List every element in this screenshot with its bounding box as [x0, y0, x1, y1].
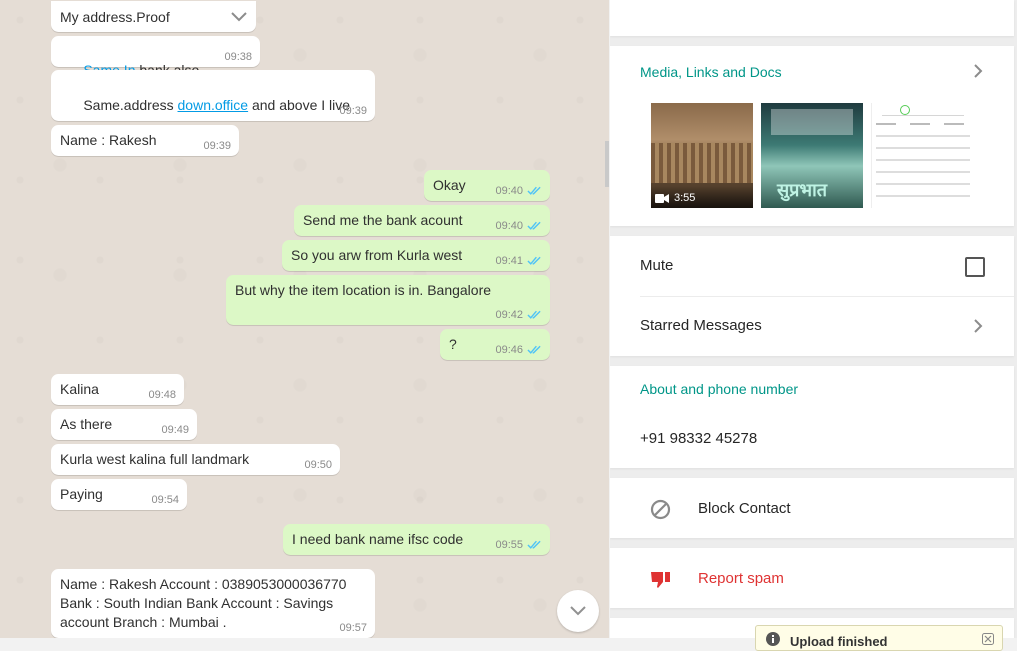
media-thumb-document[interactable]	[871, 103, 974, 208]
media-card: Media, Links and Docs 3:55 सुप्रभात	[610, 46, 1014, 226]
contact-info-pane: Media, Links and Docs 3:55 सुप्रभात Mute…	[610, 0, 1017, 638]
message-time: 09:39	[339, 105, 367, 117]
info-icon	[766, 632, 780, 646]
message-time: 09:55	[495, 539, 523, 551]
message-incoming[interactable]: Paying 09:54	[51, 479, 187, 510]
message-outgoing[interactable]: But why the item location is in. Bangalo…	[226, 275, 550, 325]
chat-pane: My address.Proof Same.In bank also 09:38…	[0, 0, 609, 638]
toast-text: Upload finished	[790, 634, 888, 649]
message-text: Kurla west kalina full landmark	[60, 451, 250, 467]
message-outgoing[interactable]: Okay 09:40	[424, 170, 550, 201]
block-contact-row[interactable]: Block Contact	[610, 478, 1014, 538]
double-check-icon	[527, 540, 541, 549]
phone-number[interactable]: +91 98332 45278	[640, 430, 757, 447]
message-time: 09:46	[495, 344, 523, 356]
settings-card: Mute Starred Messages	[610, 236, 1014, 356]
message-incoming[interactable]: As there 09:49	[51, 409, 197, 440]
message-incoming[interactable]: Name : Rakesh Account : 0389053000036770…	[51, 569, 375, 638]
message-time: 09:40	[495, 220, 523, 232]
starred-messages-row[interactable]: Starred Messages	[610, 297, 1014, 356]
message-text-post: and above I live	[248, 97, 351, 113]
report-spam-row[interactable]: Report spam	[610, 548, 1014, 608]
mute-checkbox[interactable]	[965, 257, 985, 277]
scroll-down-button[interactable]	[557, 590, 599, 632]
chat-scrollbar[interactable]	[605, 141, 609, 187]
fence-pattern	[651, 143, 753, 183]
info-top-card	[610, 0, 1014, 36]
message-text: Okay	[433, 177, 466, 193]
message-incoming[interactable]: My address.Proof	[51, 1, 256, 32]
double-check-icon	[527, 310, 541, 319]
double-check-icon	[527, 221, 541, 230]
message-text: But why the item location is in. Bangalo…	[235, 282, 492, 298]
media-thumb-image[interactable]: सुप्रभात	[761, 103, 863, 208]
mute-label: Mute	[640, 257, 674, 274]
message-time: 09:39	[203, 140, 231, 152]
media-thumb-video[interactable]: 3:55	[651, 103, 753, 208]
chevron-down-icon[interactable]	[230, 10, 248, 24]
video-duration: 3:55	[674, 192, 696, 204]
message-incoming[interactable]: Name : Rakesh 09:39	[51, 125, 239, 156]
message-time: 09:48	[148, 389, 176, 401]
message-time: 09:41	[495, 255, 523, 267]
message-text: Name : Rakesh	[60, 132, 157, 148]
message-outgoing[interactable]: Send me the bank acount 09:40	[294, 205, 550, 236]
message-text: As there	[60, 416, 113, 432]
video-camera-icon	[655, 194, 669, 203]
image-text-overlay	[771, 109, 853, 135]
message-time: 09:40	[495, 185, 523, 197]
starred-messages-label: Starred Messages	[640, 317, 762, 334]
message-text: Send me the bank acount	[303, 212, 463, 228]
double-check-icon	[527, 256, 541, 265]
double-check-icon	[527, 186, 541, 195]
about-card: About and phone number +91 98332 45278	[610, 366, 1014, 468]
thumbs-down-icon	[651, 572, 670, 588]
about-section-title: About and phone number	[640, 381, 799, 397]
message-time: 09:50	[304, 459, 332, 471]
message-text: Paying	[60, 486, 103, 502]
doc-check-icon	[900, 105, 910, 115]
message-time: 09:57	[339, 622, 367, 634]
block-icon	[650, 499, 671, 520]
message-text: So you arw from Kurla west	[291, 247, 463, 263]
message-text-pre: Same.address	[83, 97, 178, 113]
message-incoming[interactable]: Kalina 09:48	[51, 374, 184, 405]
message-text: ?	[449, 336, 457, 352]
close-icon[interactable]	[982, 633, 994, 645]
message-time: 09:42	[495, 309, 523, 321]
message-outgoing[interactable]: I need bank name ifsc code 09:55	[283, 524, 550, 555]
message-time: 09:38	[224, 51, 252, 63]
upload-toast[interactable]: Upload finished	[755, 625, 1003, 651]
message-outgoing[interactable]: So you arw from Kurla west 09:41	[282, 240, 550, 271]
chevron-down-icon	[570, 606, 586, 616]
chevron-right-icon[interactable]	[971, 64, 985, 78]
chevron-right-icon	[974, 319, 983, 333]
doc-rows	[876, 123, 970, 125]
message-text: Kalina	[60, 381, 99, 397]
image-caption: सुप्रभात	[777, 180, 827, 200]
message-text: Name : Rakesh Account : 0389053000036770…	[60, 576, 347, 630]
message-time: 09:54	[151, 494, 179, 506]
report-spam-label: Report spam	[698, 570, 784, 587]
block-contact-label: Block Contact	[698, 500, 791, 517]
message-outgoing[interactable]: ? 09:46	[440, 329, 550, 360]
message-incoming[interactable]: Kurla west kalina full landmark 09:50	[51, 444, 340, 475]
doc-line	[882, 115, 964, 116]
message-link[interactable]: down.office	[178, 97, 249, 113]
message-time: 09:49	[161, 424, 189, 436]
message-text: I need bank name ifsc code	[292, 531, 464, 547]
double-check-icon	[527, 345, 541, 354]
message-text: My address.Proof	[60, 9, 170, 25]
message-incoming[interactable]: Same.address down.office and above I liv…	[51, 70, 375, 121]
message-incoming[interactable]: Same.In bank also 09:38	[51, 36, 260, 78]
media-section-title[interactable]: Media, Links and Docs	[640, 64, 782, 80]
